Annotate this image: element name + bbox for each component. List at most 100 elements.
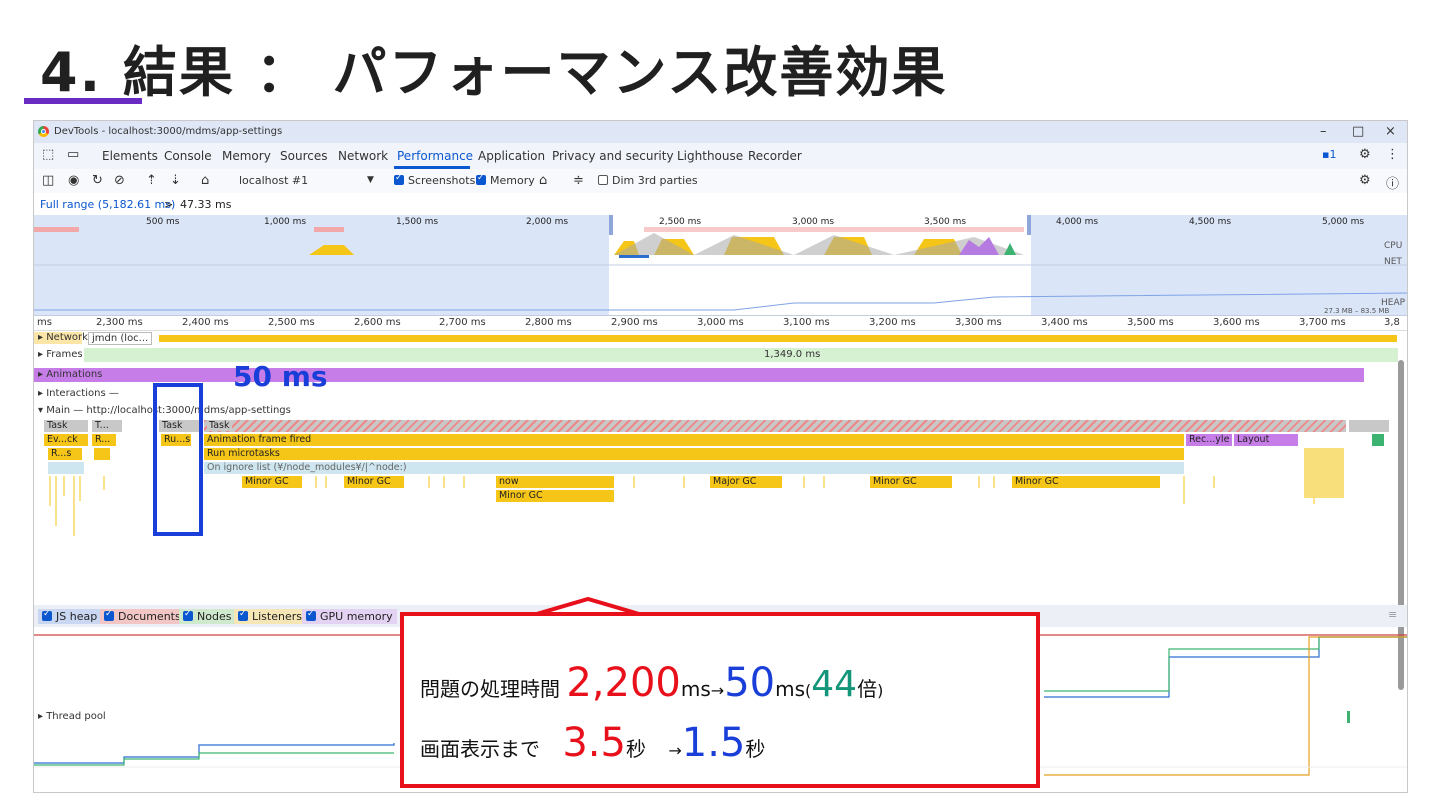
counters-menu-icon[interactable]: ≡ [1388,608,1397,621]
ruler-tick: 2,800 ms [525,317,572,328]
speedup-ratio: 44 [811,664,858,705]
paren: ) [877,681,884,700]
microtasks-block[interactable]: Run microtasks [204,448,1184,460]
performance-toolbar: ◫ ◉ ↻ ⊘ ⇡ ⇣ ⌂ localhost #1 ▼ Screenshots… [34,169,1407,194]
tab-memory[interactable]: Memory [222,149,271,163]
ruler-tick: 2,900 ms [611,317,658,328]
ruler-tick: 3,000 ms [697,317,744,328]
recalc-style-block[interactable]: Rec...yle [1186,434,1232,446]
animation-frame-block[interactable]: Animation frame fired [204,434,1184,446]
network-request-bar[interactable] [159,335,1397,342]
record-icon[interactable]: ◉ [68,173,79,188]
interactions-label: Interactions [46,388,106,399]
seconds-unit: 秒 [745,737,766,761]
maximize-button[interactable]: □ [1352,124,1364,139]
range-breadcrumb: Full range (5,182.61 ms) > 47.33 ms [34,193,1407,215]
capture-settings-icon[interactable]: ⚙ [1359,173,1371,188]
ruler-tick: 2,700 ms [439,317,486,328]
download-icon[interactable]: ⇣ [170,173,181,188]
layout-block[interactable]: Layout [1234,434,1298,446]
event-block[interactable]: R...s [48,448,82,460]
tab-privacy-security[interactable]: Privacy and security [552,149,674,163]
screenshots-checkbox[interactable]: Screenshots [394,173,475,187]
tab-performance[interactable]: Performance [397,149,473,163]
target-select[interactable]: localhost #1 [239,174,308,187]
network-track[interactable]: ▸ Network jmdn (loc... [34,332,1407,345]
more-menu-icon[interactable]: ⋮ [1386,147,1399,162]
dim-3rd-checkbox[interactable]: Dim 3rd parties [598,174,698,187]
selected-range[interactable]: 47.33 ms [180,198,231,211]
event-block[interactable]: Ev...ck [44,434,88,446]
tab-lighthouse[interactable]: Lighthouse [677,149,743,163]
cpu-label: CPU [1384,241,1403,251]
task-block[interactable]: Task [44,420,88,432]
selection-right-handle[interactable] [1027,215,1031,235]
sidebar-toggle-icon[interactable]: ◫ [42,173,54,188]
throttle-icon[interactable]: ≑ [573,173,584,188]
timeline-ruler: ms 2,300 ms 2,400 ms 2,500 ms 2,600 ms 2… [34,316,1407,331]
device-toolbar-icon[interactable]: ▭ [67,147,79,162]
tab-application[interactable]: Application [478,149,545,163]
overview-tick: 3,000 ms [792,217,835,227]
event-block[interactable] [94,448,110,460]
overview-chart [34,227,1407,311]
memory-checkbox[interactable]: Memory [476,173,535,187]
close-button[interactable]: × [1385,124,1396,139]
home-icon[interactable]: ⌂ [201,173,209,188]
task-cluster[interactable] [1304,448,1344,498]
settings-gear-icon[interactable]: ⚙ [1359,147,1371,162]
ignored-block[interactable] [48,462,84,474]
js-heap-checkbox[interactable]: JS heap [38,609,102,624]
long-task-block[interactable]: Task [204,420,1346,432]
full-range-link[interactable]: Full range (5,182.61 ms) [40,198,175,211]
minimize-button[interactable]: – [1320,124,1327,139]
ruler-tick: 3,100 ms [783,317,830,328]
event-marks [49,476,1335,536]
tab-recorder[interactable]: Recorder [748,149,802,163]
ignore-list-block[interactable]: On ignore list (¥/node_modules¥/|^node:) [204,462,1184,474]
after-seconds-value: 1.5 [681,720,746,766]
reload-record-icon[interactable]: ↻ [92,173,103,188]
gpu-memory-checkbox[interactable]: GPU memory [302,609,397,624]
upload-icon[interactable]: ⇡ [146,173,157,188]
paint-block[interactable] [1372,434,1384,446]
gc-broom-icon[interactable]: ⌂ [539,173,547,188]
selection-left-handle[interactable] [609,215,613,235]
timeline-overview[interactable]: 500 ms 1,000 ms 1,500 ms 2,000 ms 2,500 … [34,215,1407,316]
tab-elements[interactable]: Elements [102,149,158,163]
network-track-label[interactable]: ▸ Network [38,332,88,343]
chrome-icon [38,126,49,137]
long-task-label: Task [207,420,232,431]
tab-network[interactable]: Network [338,149,388,163]
nodes-checkbox[interactable]: Nodes [179,609,236,624]
heap-range-label: 27.3 MB – 83.5 MB [1324,307,1390,315]
help-icon[interactable]: ⓘ [1386,173,1399,192]
task-block[interactable] [1349,420,1389,432]
overview-tick: 5,000 ms [1322,217,1365,227]
network-label: Network [46,332,88,343]
animations-track-label[interactable]: ▸ Animations [38,369,102,380]
task-block[interactable]: T... [92,420,122,432]
tab-sources[interactable]: Sources [280,149,327,163]
ruler-tick: 3,8 [1384,317,1400,328]
inspect-icon[interactable]: ⬚ [42,147,54,162]
arrow-icon: → [668,741,682,760]
callout-line-1: 問題の処理時間 2,200ms→50ms(44倍) [420,660,883,706]
checkbox-unchecked-icon [598,175,608,185]
overview-tick: 500 ms [146,217,180,227]
issues-badge[interactable]: ▪1 [1322,148,1336,161]
listeners-checkbox[interactable]: Listeners [234,609,306,624]
chevron-down-icon[interactable]: ▼ [367,175,374,185]
documents-checkbox[interactable]: Documents [100,609,185,624]
ruler-tick: 2,600 ms [354,317,401,328]
breadcrumb-separator: > [164,198,174,211]
clear-icon[interactable]: ⊘ [114,173,125,188]
interactions-track-label[interactable]: ▸ Interactions — [38,388,119,399]
result-callout: 問題の処理時間 2,200ms→50ms(44倍) 画面表示まで 3.5秒 →1… [400,612,1040,788]
network-request[interactable]: jmdn (loc... [88,332,153,345]
after-ms-value: 50 [724,660,776,706]
frames-track-label[interactable]: ▸ Frames [38,349,83,360]
event-block[interactable]: R... [92,434,116,446]
highlight-duration-label: 50 ms [233,360,328,393]
tab-console[interactable]: Console [164,149,212,163]
